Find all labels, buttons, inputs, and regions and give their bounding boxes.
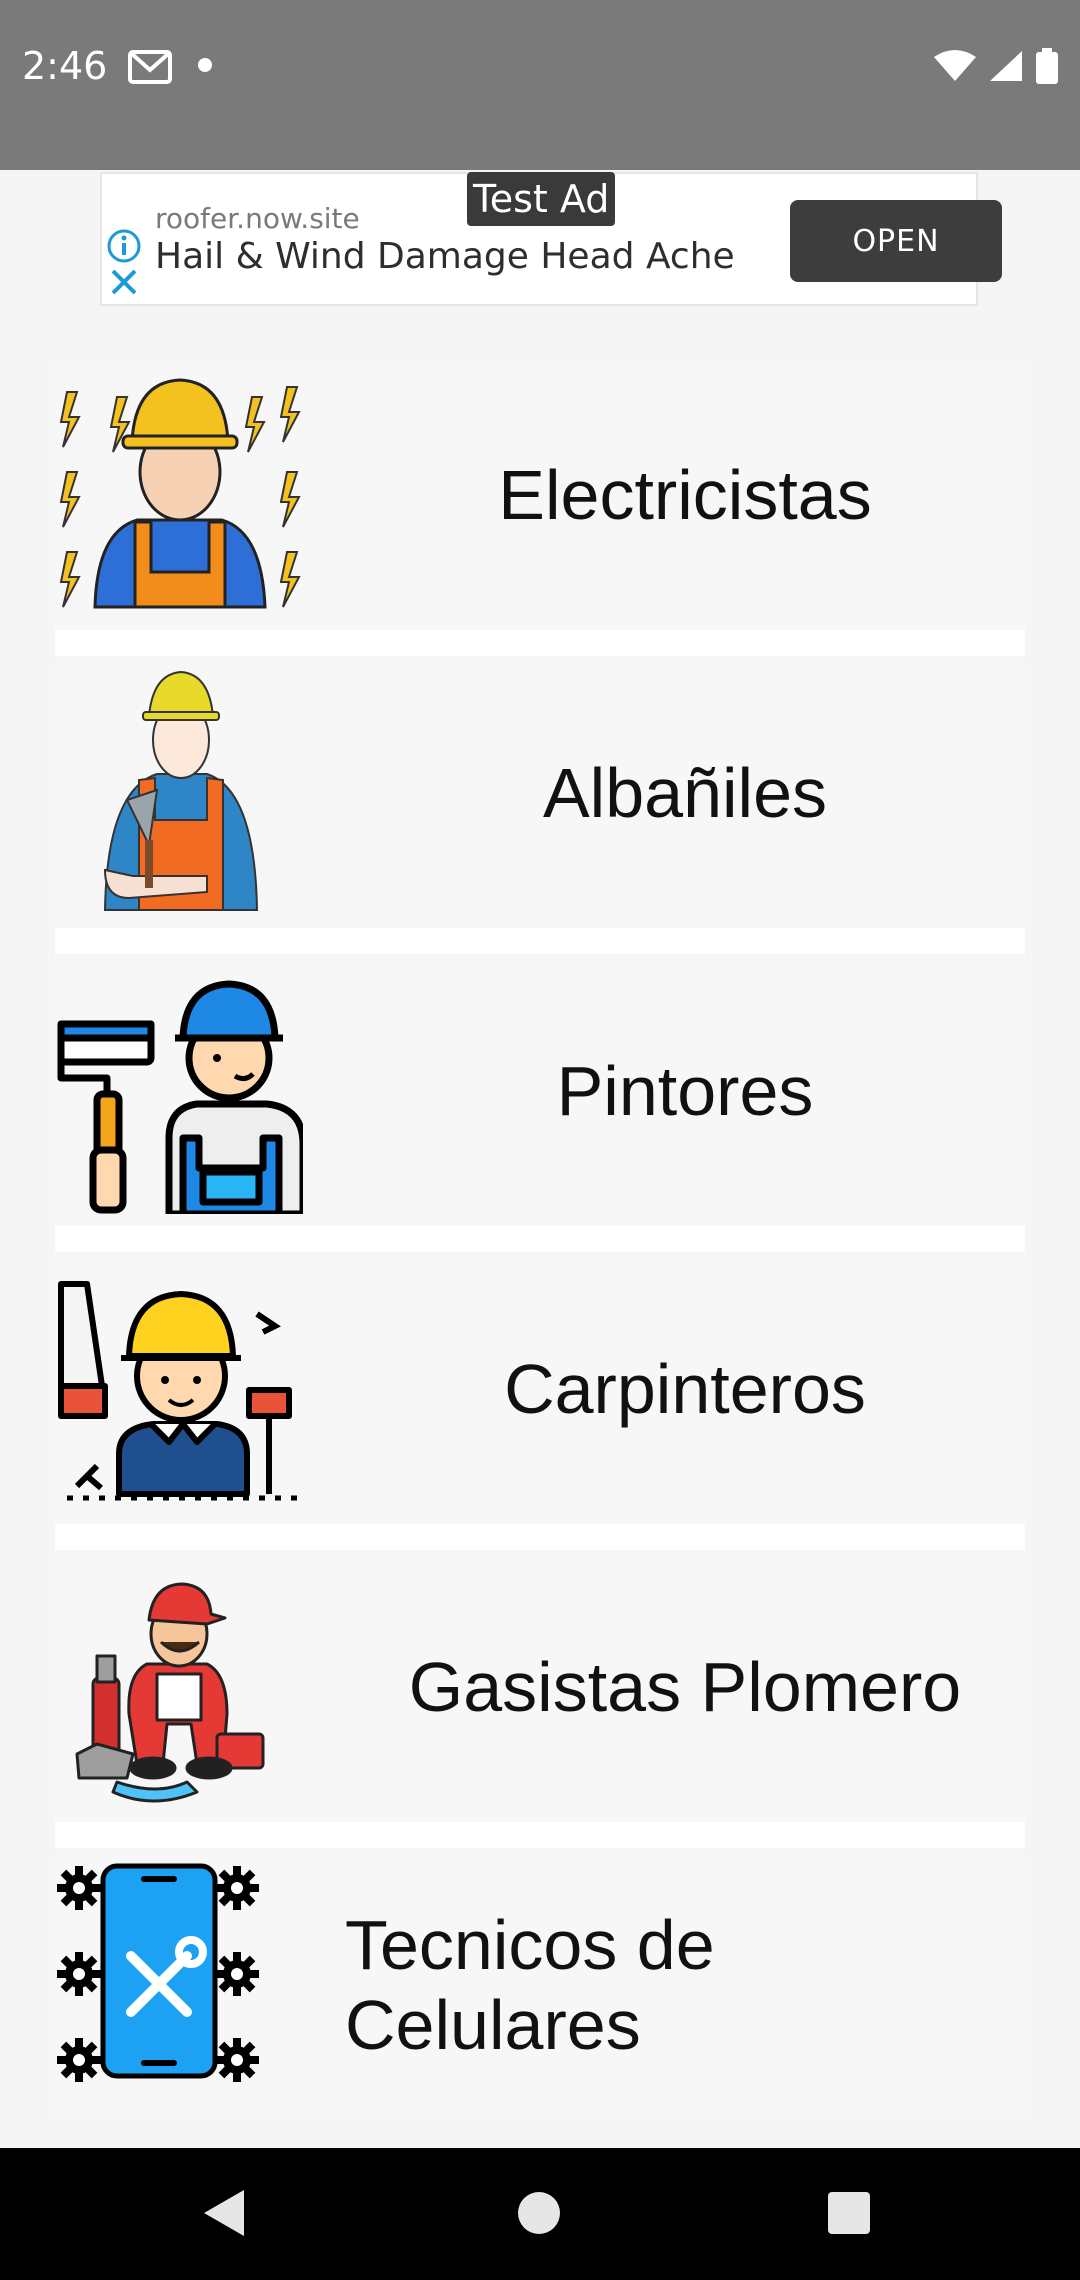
ad-open-button[interactable]: OPEN [790,200,1002,282]
recents-icon[interactable] [828,2192,870,2234]
category-item-albaniles[interactable]: Albañiles [55,658,1025,928]
painter-icon [57,968,303,1214]
mason-icon [57,670,303,916]
status-icons [934,48,1058,88]
category-label: Carpinteros [504,1350,866,1428]
navigation-bar [0,2148,1080,2280]
ad-info-icon[interactable] [106,228,142,268]
home-icon[interactable] [518,2192,560,2234]
category-label: Gasistas Plomero [408,1648,962,1726]
phone-repair-icon [57,1862,303,2108]
back-icon[interactable] [200,2188,246,2242]
list-divider [55,928,1025,954]
ad-headline: Hail & Wind Damage Head Ache [155,236,735,277]
notification-dot-icon [198,58,212,72]
category-item-electricistas[interactable]: Electricistas [55,360,1025,630]
list-divider [55,630,1025,656]
status-time: 2:46 [22,44,108,88]
list-divider [55,1524,1025,1550]
category-item-carpinteros[interactable]: Carpinteros [55,1254,1025,1524]
category-item-pintores[interactable]: Pintores [55,956,1025,1226]
electrician-icon [57,372,303,618]
category-label: Albañiles [542,754,828,832]
test-ad-badge: Test Ad [467,172,616,226]
list-divider [55,1822,1025,1848]
ad-site-url: roofer.now.site [155,202,360,235]
plumber-icon [57,1564,303,1810]
category-label: Pintores [556,1052,814,1130]
battery-icon [1036,48,1058,88]
category-label: Electricistas [498,456,872,534]
category-item-gasistas-plomero[interactable]: Gasistas Plomero [55,1552,1025,1822]
gmail-icon [128,50,172,88]
category-label: Tecnicos de Celulares [345,1906,715,2064]
category-item-tecnicos-de-celulares[interactable]: Tecnicos de Celulares [55,1850,1025,2120]
wifi-icon [934,49,976,87]
ad-banner[interactable]: Test Ad roofer.now.site Hail & Wind Dama… [100,172,1002,306]
list-divider [55,1226,1025,1252]
carpenter-icon [57,1266,303,1512]
status-bar: 2:46 [0,0,1080,170]
cell-signal-icon [988,49,1024,87]
ad-close-icon[interactable] [108,266,140,302]
